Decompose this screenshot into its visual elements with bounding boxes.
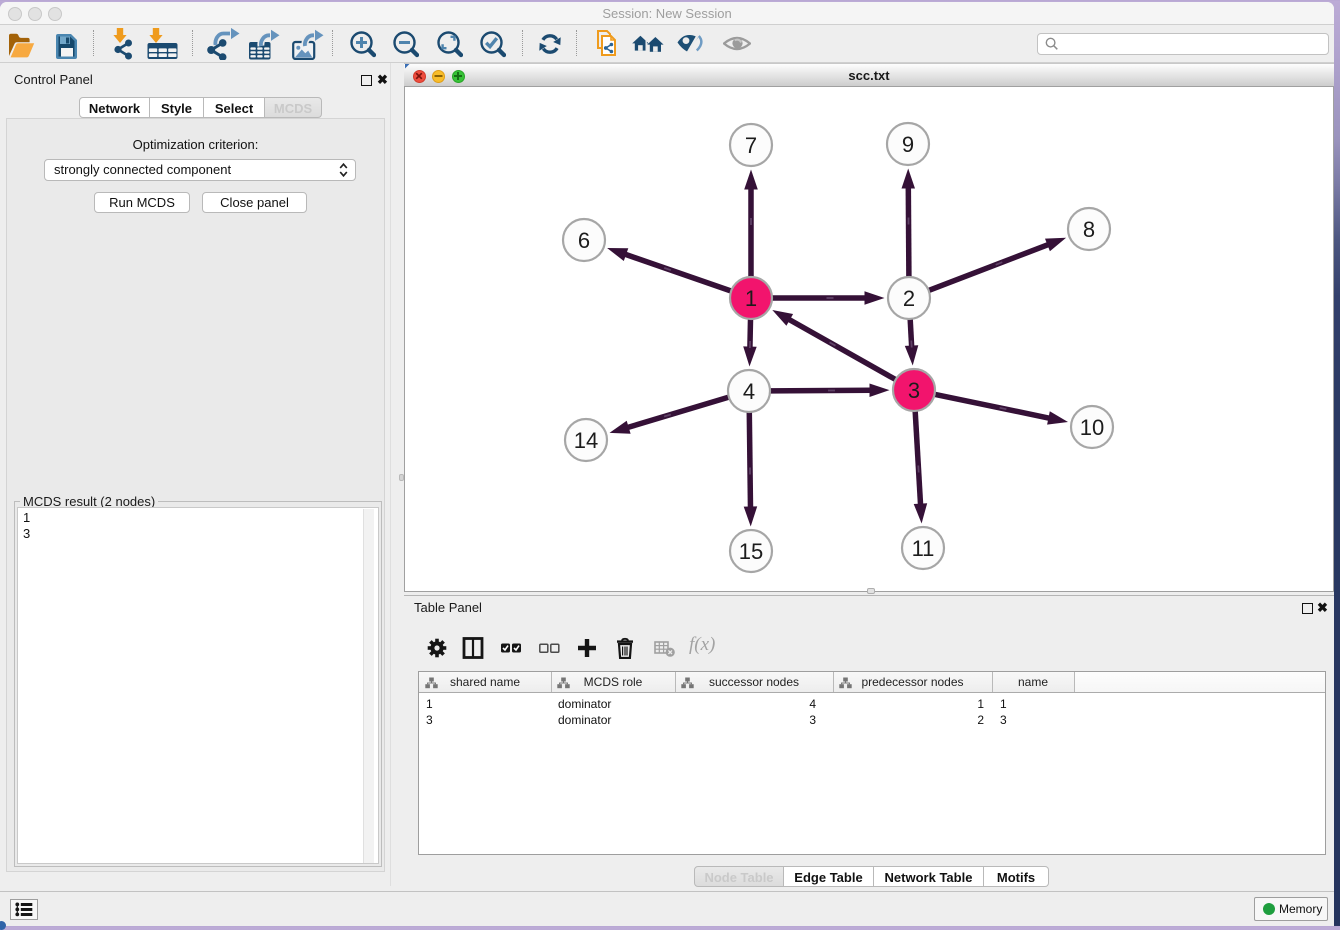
svg-text:1: 1: [745, 286, 757, 311]
svg-text:7: 7: [745, 133, 757, 158]
svg-text:15: 15: [739, 539, 763, 564]
svg-text:2: 2: [903, 286, 915, 311]
svg-text:9: 9: [902, 132, 914, 157]
svg-text:3: 3: [908, 378, 920, 403]
svg-text:4: 4: [743, 379, 755, 404]
svg-text:11: 11: [912, 536, 935, 561]
svg-text:8: 8: [1083, 217, 1095, 242]
svg-text:14: 14: [574, 428, 598, 453]
svg-text:6: 6: [578, 228, 590, 253]
svg-text:10: 10: [1080, 415, 1104, 440]
